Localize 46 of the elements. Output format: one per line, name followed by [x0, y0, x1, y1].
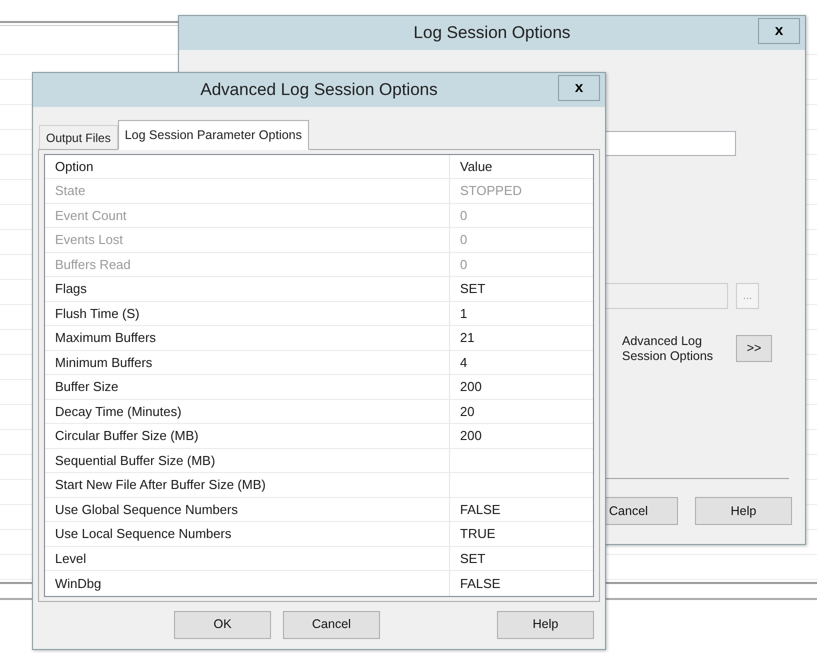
table-cell: Circular Buffer Size (MB) — [45, 424, 450, 448]
close-button[interactable]: x — [758, 18, 800, 44]
column-header[interactable]: Option — [45, 154, 450, 178]
table-cell-text: SET — [459, 280, 486, 298]
table-cell: Events Lost — [45, 228, 450, 252]
table-cell-text: FALSE — [459, 500, 502, 519]
dialog-button[interactable]: Cancel — [283, 610, 380, 639]
table-cell-text: 21 — [459, 329, 476, 348]
table-cell: Start New File After Buffer Size (MB) — [45, 473, 450, 497]
table-cell-text: 20 — [459, 402, 476, 421]
dialog-button[interactable]: OK — [174, 610, 271, 639]
window-title: Log Session Options — [414, 22, 570, 44]
table-cell: Use Global Sequence Numbers — [45, 498, 450, 522]
table-cell: Event Count — [45, 204, 450, 228]
advanced-options-button[interactable]: >> — [736, 335, 772, 362]
table-cell: Minimum Buffers — [45, 350, 450, 374]
table-cell: Buffer Size — [45, 375, 450, 399]
table-cell-text: FALSE — [459, 574, 502, 593]
dialog-button[interactable]: Help — [695, 497, 792, 525]
advanced-options-label: Advanced Log Session Options — [622, 334, 714, 364]
table-cell: Level — [45, 546, 450, 570]
table-cell: Sequential Buffer Size (MB) — [45, 448, 450, 472]
table-cell-text: 200 — [459, 378, 483, 396]
tab[interactable]: Output Files — [39, 124, 118, 150]
table-cell-text: STOPPED — [459, 182, 523, 200]
table-cell-text: 0 — [459, 206, 468, 225]
dialog-button[interactable]: Help — [497, 610, 594, 639]
table-cell: State — [45, 179, 450, 203]
close-button[interactable]: x — [558, 75, 600, 101]
table-cell: Flush Time (S) — [45, 302, 450, 326]
table-cell-text: 200 — [459, 427, 483, 446]
tab[interactable]: Log Session Parameter Options — [118, 120, 309, 150]
table-cell: Buffers Read — [45, 252, 450, 276]
table-cell: Maximum Buffers — [45, 326, 450, 350]
table-cell-text: 4 — [459, 354, 468, 372]
table-cell-text: SET — [459, 550, 486, 568]
table-cell: Flags — [45, 277, 450, 301]
column-header[interactable]: Value — [450, 154, 593, 178]
table-cell-text: TRUE — [459, 525, 496, 544]
table-cell: WinDbg — [45, 571, 450, 596]
table-cell-text: 1 — [459, 304, 468, 323]
table-cell: Decay Time (Minutes) — [45, 400, 450, 424]
window-title: Advanced Log Session Options — [200, 79, 438, 102]
table-cell-text: 0 — [459, 231, 468, 250]
table-cell-text: 0 — [459, 256, 468, 274]
table-cell: Use Local Sequence Numbers — [45, 522, 450, 546]
